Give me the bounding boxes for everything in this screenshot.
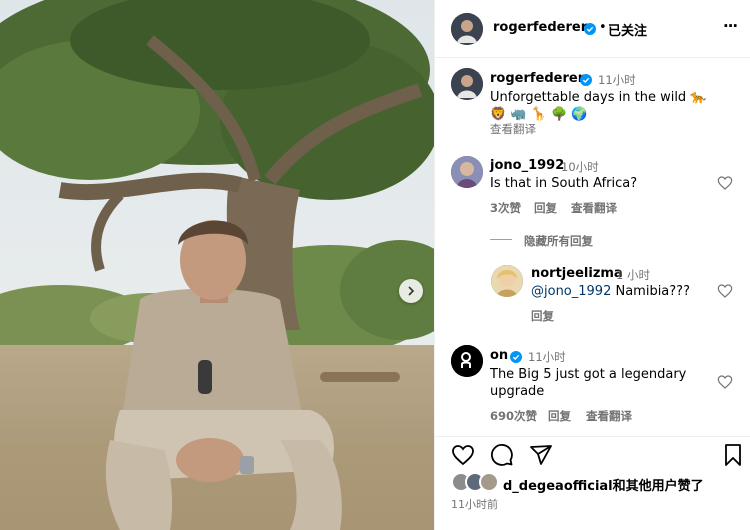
avatar-image: [491, 265, 523, 297]
caption-time: 11小时: [598, 73, 636, 87]
caption-translate-link[interactable]: 查看翻译: [490, 121, 536, 137]
hide-replies-link[interactable]: 隐藏所有回复: [524, 233, 593, 249]
caption-username[interactable]: rogerfederer: [490, 71, 584, 86]
share-send-icon[interactable]: [529, 443, 553, 467]
separator-dot: •: [599, 20, 607, 35]
reply-time: 1 小时: [616, 268, 650, 282]
caption-text: Unforgettable days in the wild 🐆: [490, 90, 707, 105]
comment-time: 11小时: [528, 350, 566, 364]
follow-status-button[interactable]: 已关注: [608, 20, 647, 39]
replies-divider: [490, 239, 512, 240]
reply-body: Namibia???: [611, 284, 690, 299]
reply-username[interactable]: nortjeelizma: [531, 266, 623, 281]
comment-username[interactable]: jono_1992: [490, 158, 564, 173]
post-image: [0, 0, 434, 530]
verified-badge-icon: [580, 74, 592, 86]
post-header: rogerfederer • 已关注 ···: [435, 0, 750, 58]
comment-reply-link[interactable]: 回复: [548, 408, 571, 424]
comment-avatar-jono[interactable]: [451, 156, 483, 188]
post-timestamp: 11小时前: [451, 498, 498, 511]
comment-likes-count[interactable]: 3次赞: [490, 200, 521, 216]
liker-avatar[interactable]: [479, 472, 499, 492]
comment-text-line2: upgrade: [490, 384, 545, 399]
liker-username[interactable]: d_degeaofficial: [503, 479, 613, 494]
comment-translate-link[interactable]: 查看翻译: [571, 200, 617, 216]
save-bookmark-icon[interactable]: [723, 443, 743, 467]
reply-mention[interactable]: @jono_1992: [531, 284, 611, 299]
verified-badge-icon: [584, 23, 596, 35]
more-options-icon[interactable]: ···: [723, 17, 738, 35]
comment-translate-link[interactable]: 查看翻译: [586, 408, 632, 424]
post-photo[interactable]: [0, 0, 434, 530]
comment-like-heart-icon[interactable]: [717, 175, 733, 191]
like-heart-icon[interactable]: [451, 443, 475, 467]
author-username[interactable]: rogerfederer: [493, 20, 587, 35]
post-actions-bar: [435, 436, 750, 472]
reply-avatar-nortjeelizma[interactable]: [491, 265, 523, 297]
likes-summary: d_degeaofficial和其他用户赞了: [503, 475, 704, 494]
avatar-image: [451, 68, 483, 100]
comment-icon[interactable]: [490, 443, 514, 467]
comment-avatar-on[interactable]: [451, 345, 483, 377]
on-logo-icon: [451, 345, 483, 377]
next-image-button[interactable]: [399, 279, 423, 303]
avatar-image: [451, 13, 483, 45]
comment-text: Is that in South Africa?: [490, 176, 638, 191]
post-detail-panel: rogerfederer • 已关注 ··· rogerfederer 11小时…: [434, 0, 750, 530]
avatar-image: [451, 156, 483, 188]
likes-suffix[interactable]: 和其他用户赞了: [613, 479, 704, 494]
comment-username[interactable]: on: [490, 348, 508, 363]
reply-text: @jono_1992 Namibia???: [531, 283, 690, 300]
reply-reply-link[interactable]: 回复: [531, 308, 554, 324]
comment-like-heart-icon[interactable]: [717, 374, 733, 390]
comment-likes-count[interactable]: 690次赞: [490, 408, 537, 424]
comment-time: 10小时: [561, 160, 599, 174]
caption-avatar[interactable]: [451, 68, 483, 100]
reply-like-heart-icon[interactable]: [717, 283, 733, 299]
comment-text-line1: The Big 5 just got a legendary: [490, 367, 687, 382]
verified-badge-icon: [510, 351, 522, 363]
author-avatar[interactable]: [451, 13, 483, 45]
comment-reply-link[interactable]: 回复: [534, 200, 557, 216]
chevron-right-icon: [408, 286, 415, 296]
